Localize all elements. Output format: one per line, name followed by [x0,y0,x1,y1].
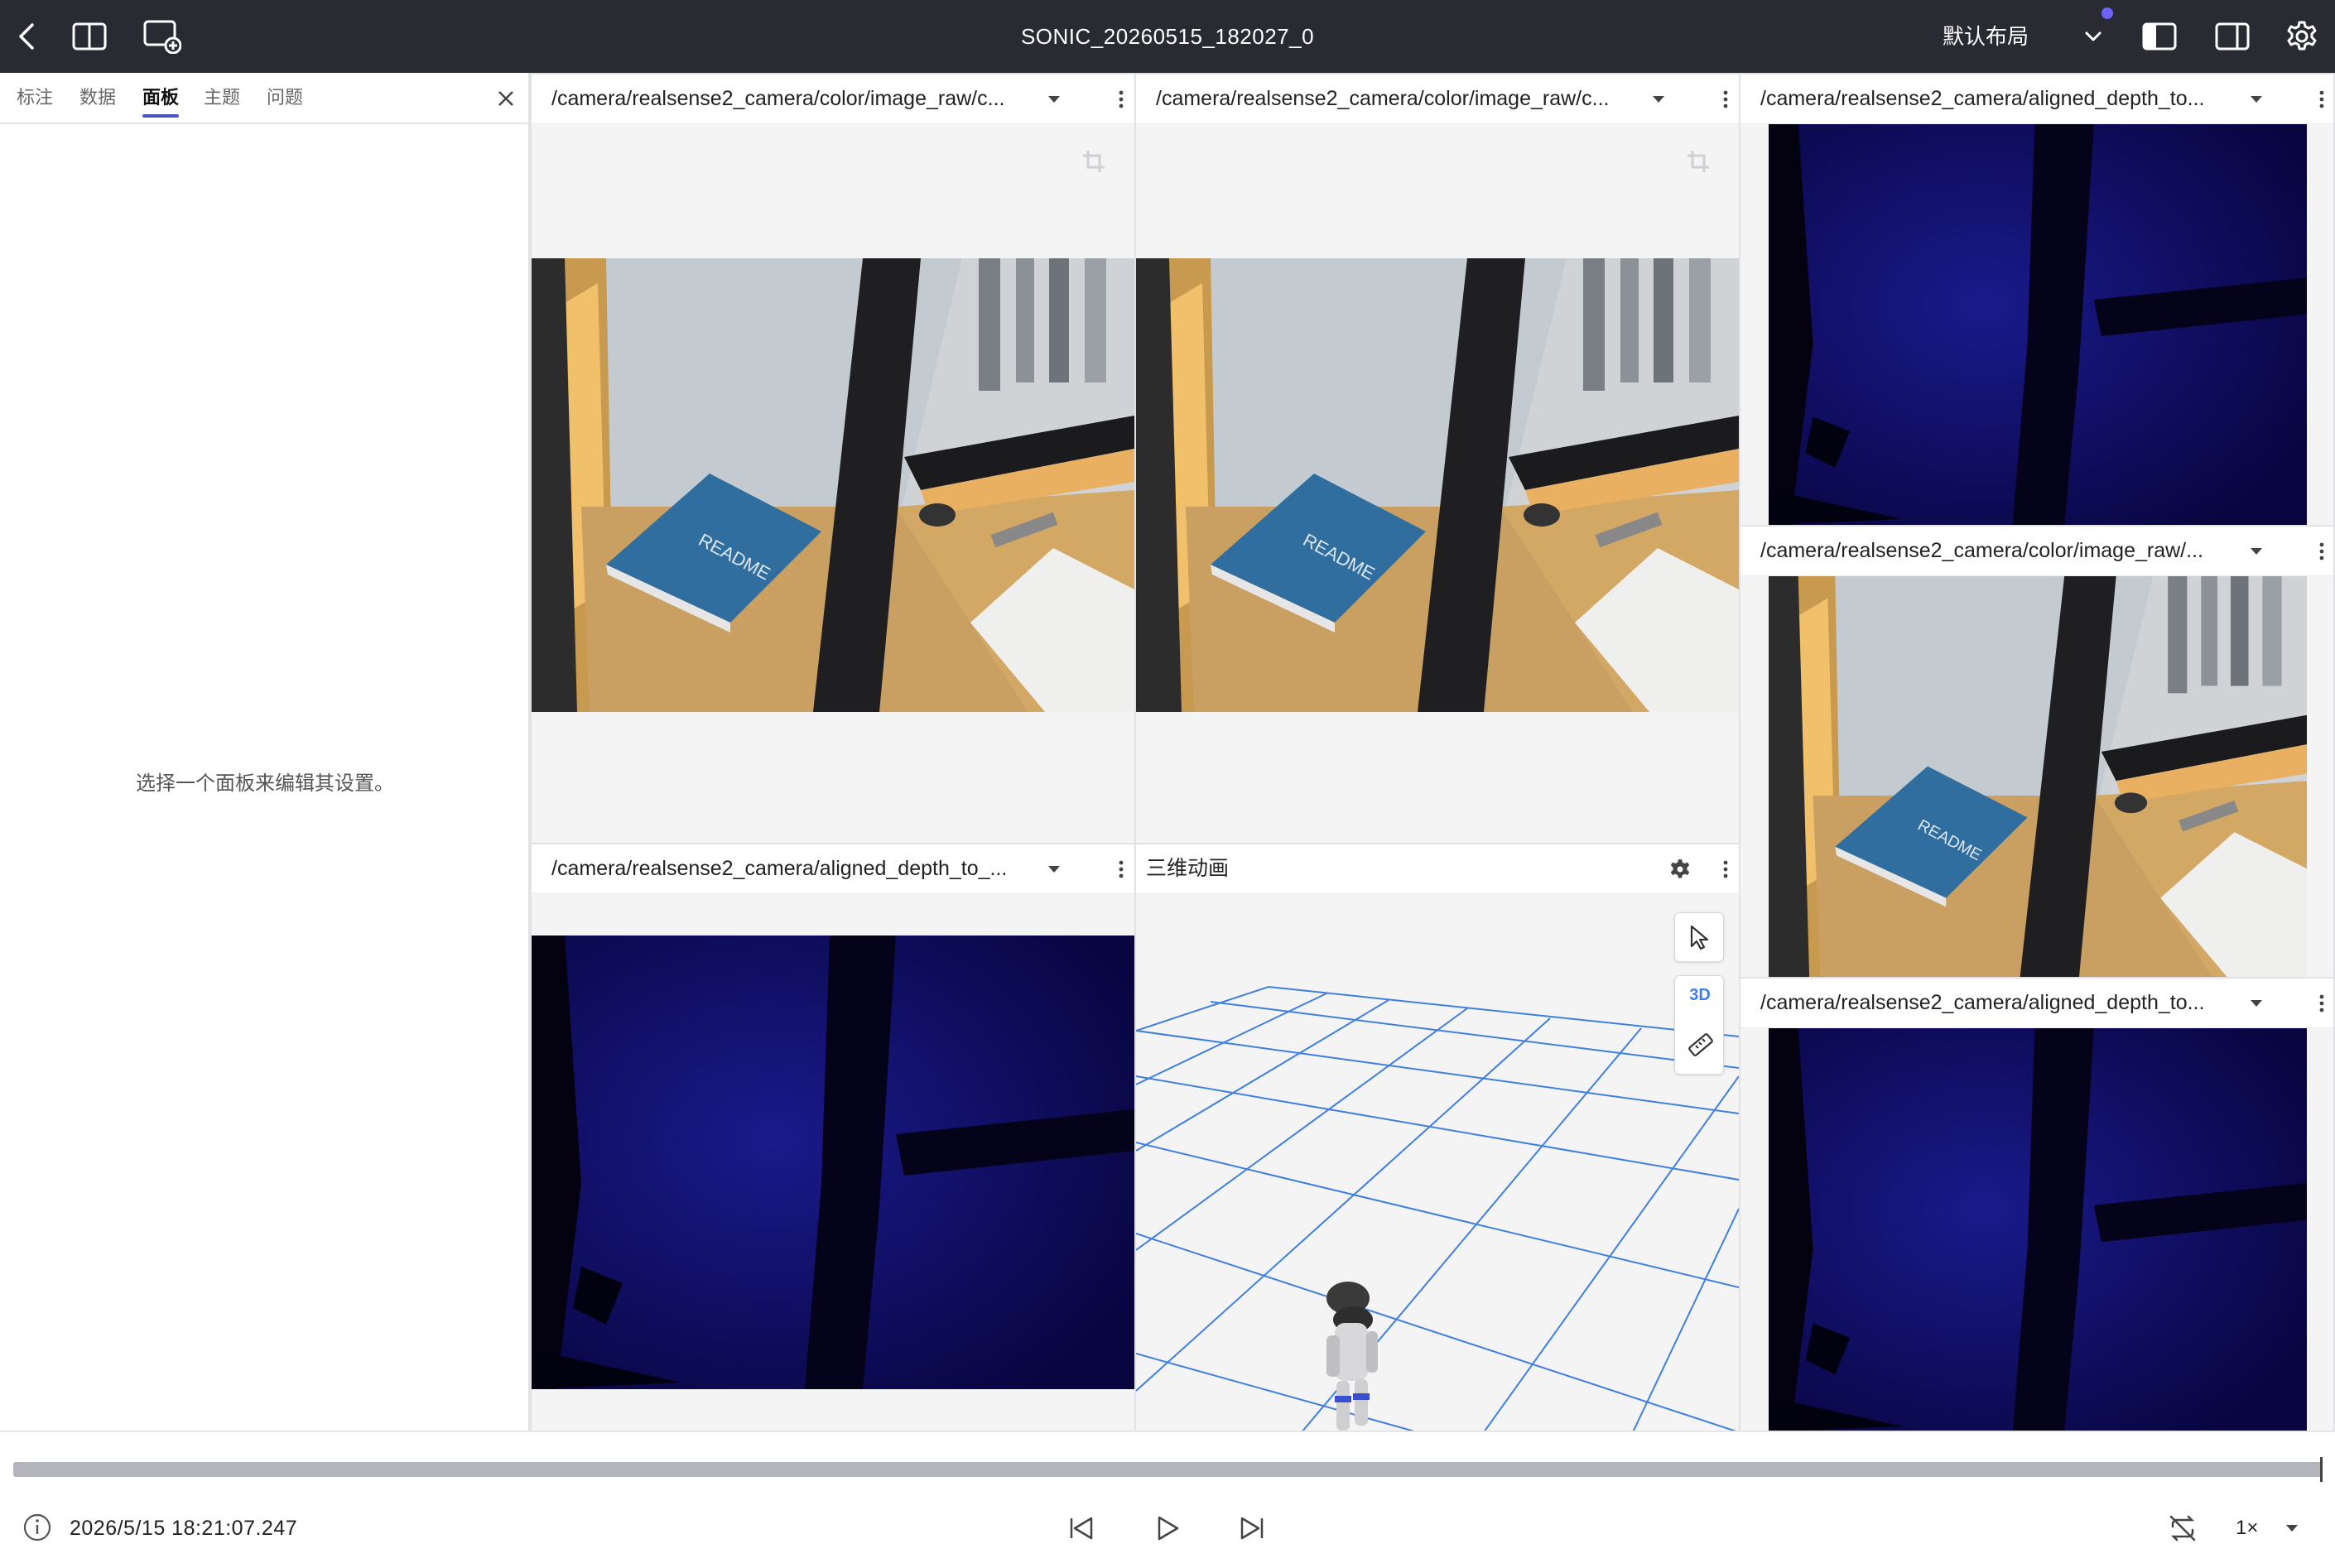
more-options-icon[interactable] [2312,979,2332,1028]
topic-selector[interactable]: /camera/realsense2_camera/color/image_ra… [1760,527,2203,576]
3d-panel[interactable]: 三维动画 3D [1134,843,1740,1432]
empty-settings-message: 选择一个面板来编辑其设置。 [136,772,394,795]
tab-annotations[interactable]: 标注 [17,73,53,124]
panel-title: 三维动画 [1146,857,1230,880]
speed-caret-icon[interactable] [2272,1508,2312,1548]
notification-dot [2102,7,2113,19]
more-options-icon[interactable] [2312,75,2332,124]
layout-selector-label[interactable]: 默认布局 [1943,0,2029,73]
more-options-icon[interactable] [2312,527,2332,576]
sidebar-tabs: 标注 数据 面板 主题 问题 [0,73,528,124]
tab-data[interactable]: 数据 [79,73,116,124]
depth-image [1769,1028,2307,1431]
panel-header: /camera/realsense2_camera/aligned_depth_… [1740,75,2333,124]
image-panel-color-2[interactable]: /camera/realsense2_camera/color/image_ra… [1134,73,1740,844]
panel-header: /camera/realsense2_camera/color/image_ra… [532,75,1134,124]
top-bar: SONIC_20260515_182027_0 默认布局 [0,0,2335,73]
robot-model [1302,1273,1393,1431]
info-icon[interactable] [22,1512,53,1547]
timeline-scrubber[interactable] [13,1462,2322,1477]
panel-header: /camera/realsense2_camera/color/image_ra… [1136,75,1739,124]
image-panel-depth-3[interactable]: /camera/realsense2_camera/aligned_depth_… [1739,977,2335,1432]
image-panel-depth-2[interactable]: /camera/realsense2_camera/aligned_depth_… [1739,73,2335,527]
gear-icon[interactable] [1666,844,1694,894]
3d-viewport[interactable]: 3D [1136,894,1739,1431]
gear-icon[interactable] [2280,15,2323,58]
close-icon[interactable] [492,84,520,113]
timeline-playhead[interactable] [2320,1457,2323,1482]
caret-down-icon[interactable] [2244,527,2269,576]
current-timestamp: 2026/5/15 18:21:07.247 [70,1517,298,1540]
select-tool-button[interactable] [1674,912,1724,962]
caret-down-icon[interactable] [1042,75,1066,124]
play-button[interactable] [1148,1508,1187,1548]
loop-off-icon [2169,1515,2196,1542]
crop-icon[interactable] [1081,149,1106,178]
playback-bar: 2026/5/15 18:21:07.247 1× [0,1431,2335,1568]
loop-toggle-button[interactable] [2163,1508,2203,1548]
cursor-icon [1690,925,1709,950]
camera-image [1769,576,2307,977]
depth-image [532,936,1134,1389]
caret-down-icon[interactable] [1042,844,1066,894]
crop-icon[interactable] [1686,149,1711,178]
settings-sidebar: 标注 数据 面板 主题 问题 选择一个面板来编辑其设置。 [0,73,530,1431]
playback-speed[interactable]: 1× [2236,1512,2258,1545]
chevron-down-icon[interactable] [2072,15,2115,58]
grid-icon [1136,986,1739,1431]
topic-selector[interactable]: /camera/realsense2_camera/color/image_ra… [551,75,1004,124]
right-sidebar-toggle-icon[interactable] [2211,15,2254,58]
skip-forward-icon [1240,1517,1264,1540]
more-options-icon[interactable] [1111,844,1131,894]
seek-backward-button[interactable] [1062,1508,1101,1548]
seek-forward-button[interactable] [1232,1508,1272,1548]
topic-selector[interactable]: /camera/realsense2_camera/color/image_ra… [1156,75,1609,124]
panel-header: /camera/realsense2_camera/color/image_ra… [1740,527,2333,576]
panel-header: /camera/realsense2_camera/aligned_depth_… [1740,979,2333,1028]
tab-panel[interactable]: 面板 [142,73,180,124]
3d-toggle-button[interactable]: 3D [1675,986,1725,1005]
skip-back-icon [1070,1517,1093,1540]
left-sidebar-toggle-icon[interactable] [2138,15,2181,58]
more-options-icon[interactable] [1111,75,1131,124]
topic-selector[interactable]: /camera/realsense2_camera/aligned_depth_… [551,844,1007,894]
topic-selector[interactable]: /camera/realsense2_camera/aligned_depth_… [1760,979,2204,1028]
image-panel-depth-1[interactable]: /camera/realsense2_camera/aligned_depth_… [530,843,1136,1432]
image-panel-color-1[interactable]: /camera/realsense2_camera/color/image_ra… [530,73,1136,844]
more-options-icon[interactable] [1716,75,1736,124]
tab-problems[interactable]: 问题 [267,73,303,124]
depth-image [1769,124,2307,525]
caret-down-icon[interactable] [2244,979,2269,1028]
caret-down-icon[interactable] [1646,75,1671,124]
tab-topics[interactable]: 主题 [204,73,240,124]
topic-selector[interactable]: /camera/realsense2_camera/aligned_depth_… [1760,75,2204,124]
panel-header: 三维动画 [1136,844,1739,894]
panel-header: /camera/realsense2_camera/aligned_depth_… [532,844,1134,894]
ruler-icon[interactable] [1687,1031,1715,1063]
image-panel-color-3[interactable]: /camera/realsense2_camera/color/image_ra… [1739,525,2335,979]
camera-image [532,258,1134,712]
camera-image [1136,258,1739,712]
play-icon [1158,1516,1179,1541]
more-options-icon[interactable] [1716,844,1736,894]
caret-down-icon[interactable] [2244,75,2269,124]
view-mode-toolbar: 3D [1674,975,1724,1075]
